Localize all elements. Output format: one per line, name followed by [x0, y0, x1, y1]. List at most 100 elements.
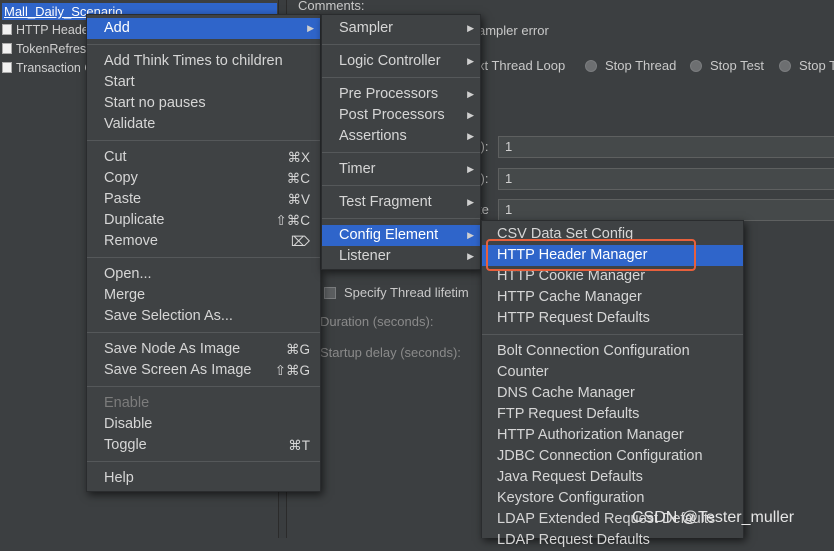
menu-save-selection[interactable]: Save Selection As... [87, 306, 320, 327]
stop-thread-radio[interactable] [585, 60, 597, 72]
menu-copy-shortcut: ⌘C [286, 171, 310, 186]
tree-node-token-refresh[interactable]: TokenRefresh [0, 40, 93, 59]
menu-separator [322, 152, 480, 153]
menu-add[interactable]: Add ▶ [87, 18, 320, 39]
threads-input[interactable]: 1 [498, 136, 834, 158]
submenu-config-element-label: Config Element [339, 227, 439, 243]
config-ftp-request-defaults[interactable]: FTP Request Defaults [482, 404, 743, 425]
menu-save-node-image-label: Save Node As Image [104, 341, 241, 357]
sampler-icon [2, 43, 12, 54]
config-ldap-request-defaults[interactable]: LDAP Request Defaults [482, 530, 743, 551]
menu-duplicate-label: Duplicate [104, 212, 165, 228]
submenu-assertions[interactable]: Assertions ▶ [322, 126, 480, 147]
highlight-annotation-box [486, 239, 696, 271]
stop-test-now-radio[interactable] [779, 60, 791, 72]
menu-disable[interactable]: Disable [87, 414, 320, 435]
submenu-arrow-icon: ▶ [467, 89, 474, 99]
controller-icon [2, 62, 12, 73]
tree-node-http-header[interactable]: HTTP Header [0, 21, 93, 40]
menu-duplicate-shortcut: ⇧⌘C [275, 213, 310, 228]
tree-node-label: HTTP Header [16, 23, 93, 37]
submenu-timer[interactable]: Timer ▶ [322, 159, 480, 180]
specify-lifetime-label: Specify Thread lifetim [344, 285, 469, 300]
menu-paste[interactable]: Paste ⌘V [87, 189, 320, 210]
menu-copy-label: Copy [104, 170, 138, 186]
menu-toggle[interactable]: Toggle ⌘T [87, 435, 320, 456]
stop-test-label: Stop Test [710, 58, 764, 73]
config-bolt-connection[interactable]: Bolt Connection Configuration [482, 341, 743, 362]
menu-save-screen-image[interactable]: Save Screen As Image ⇧⌘G [87, 360, 320, 381]
submenu-test-fragment-label: Test Fragment [339, 194, 432, 210]
submenu-timer-label: Timer [339, 161, 376, 177]
menu-separator [87, 140, 320, 141]
submenu-arrow-icon: ▶ [467, 230, 474, 240]
menu-merge[interactable]: Merge [87, 285, 320, 306]
delete-key-icon: ⌦ [290, 234, 310, 249]
submenu-arrow-icon: ▶ [467, 110, 474, 120]
menu-toggle-shortcut: ⌘T [288, 438, 310, 453]
menu-separator [87, 386, 320, 387]
menu-separator [482, 334, 743, 335]
submenu-pre-processors[interactable]: Pre Processors ▶ [322, 84, 480, 105]
submenu-post-processors-label: Post Processors [339, 107, 445, 123]
submenu-assertions-label: Assertions [339, 128, 407, 144]
submenu-config-element[interactable]: Config Element ▶ [322, 225, 480, 246]
loop-count-input[interactable]: 1 [498, 199, 834, 221]
specify-lifetime-checkbox[interactable] [324, 287, 336, 299]
tree-node-label: TokenRefresh [16, 42, 94, 56]
config-dns-cache-manager[interactable]: DNS Cache Manager [482, 383, 743, 404]
menu-toggle-label: Toggle [104, 437, 147, 453]
submenu-listener[interactable]: Listener ▶ [322, 246, 480, 267]
config-http-request-defaults[interactable]: HTTP Request Defaults [482, 308, 743, 329]
menu-save-screen-image-label: Save Screen As Image [104, 362, 252, 378]
stop-test-radio[interactable] [690, 60, 702, 72]
config-keystore-configuration[interactable]: Keystore Configuration [482, 488, 743, 509]
watermark-text: CSDN @Tester_muller [632, 509, 795, 526]
submenu-logic-controller-label: Logic Controller [339, 53, 441, 69]
submenu-arrow-icon: ▶ [467, 251, 474, 261]
config-counter[interactable]: Counter [482, 362, 743, 383]
submenu-sampler-label: Sampler [339, 20, 393, 36]
submenu-arrow-icon: ▶ [467, 23, 474, 33]
submenu-arrow-icon: ▶ [307, 23, 314, 33]
menu-open[interactable]: Open... [87, 264, 320, 285]
menu-help[interactable]: Help [87, 468, 320, 489]
menu-duplicate[interactable]: Duplicate ⇧⌘C [87, 210, 320, 231]
tree-node-label: Transaction C [16, 61, 94, 75]
context-menu: Add ▶ Add Think Times to children Start S… [86, 14, 321, 492]
config-java-request-defaults[interactable]: Java Request Defaults [482, 467, 743, 488]
menu-copy[interactable]: Copy ⌘C [87, 168, 320, 189]
add-submenu: Sampler ▶ Logic Controller ▶ Pre Processor… [321, 14, 481, 270]
action-next-loop-label: xt Thread Loop [478, 58, 566, 73]
menu-separator [87, 257, 320, 258]
config-http-cache-manager[interactable]: HTTP Cache Manager [482, 287, 743, 308]
menu-add-label: Add [104, 20, 130, 36]
submenu-logic-controller[interactable]: Logic Controller ▶ [322, 51, 480, 72]
submenu-test-fragment[interactable]: Test Fragment ▶ [322, 192, 480, 213]
menu-paste-shortcut: ⌘V [287, 192, 310, 207]
menu-separator [322, 44, 480, 45]
menu-separator [87, 44, 320, 45]
sampler-error-label: ampler error [478, 23, 549, 38]
menu-paste-label: Paste [104, 191, 142, 207]
duration-label: Duration (seconds): [320, 314, 434, 329]
rampup-input[interactable]: 1 [498, 168, 834, 190]
menu-remove[interactable]: Remove ⌦ [87, 231, 320, 252]
menu-start-no-pauses[interactable]: Start no pauses [87, 93, 320, 114]
config-jdbc-connection[interactable]: JDBC Connection Configuration [482, 446, 743, 467]
menu-add-think-times[interactable]: Add Think Times to children [87, 51, 320, 72]
config-http-authorization-manager[interactable]: HTTP Authorization Manager [482, 425, 743, 446]
submenu-sampler[interactable]: Sampler ▶ [322, 18, 480, 39]
tree-node-transaction[interactable]: Transaction C [0, 59, 93, 78]
menu-separator [322, 185, 480, 186]
menu-start[interactable]: Start [87, 72, 320, 93]
submenu-post-processors[interactable]: Post Processors ▶ [322, 105, 480, 126]
menu-separator [87, 461, 320, 462]
menu-cut[interactable]: Cut ⌘X [87, 147, 320, 168]
submenu-arrow-icon: ▶ [467, 164, 474, 174]
menu-cut-shortcut: ⌘X [287, 150, 310, 165]
menu-validate[interactable]: Validate [87, 114, 320, 135]
submenu-listener-label: Listener [339, 248, 391, 264]
menu-separator [322, 77, 480, 78]
menu-save-node-image[interactable]: Save Node As Image ⌘G [87, 339, 320, 360]
